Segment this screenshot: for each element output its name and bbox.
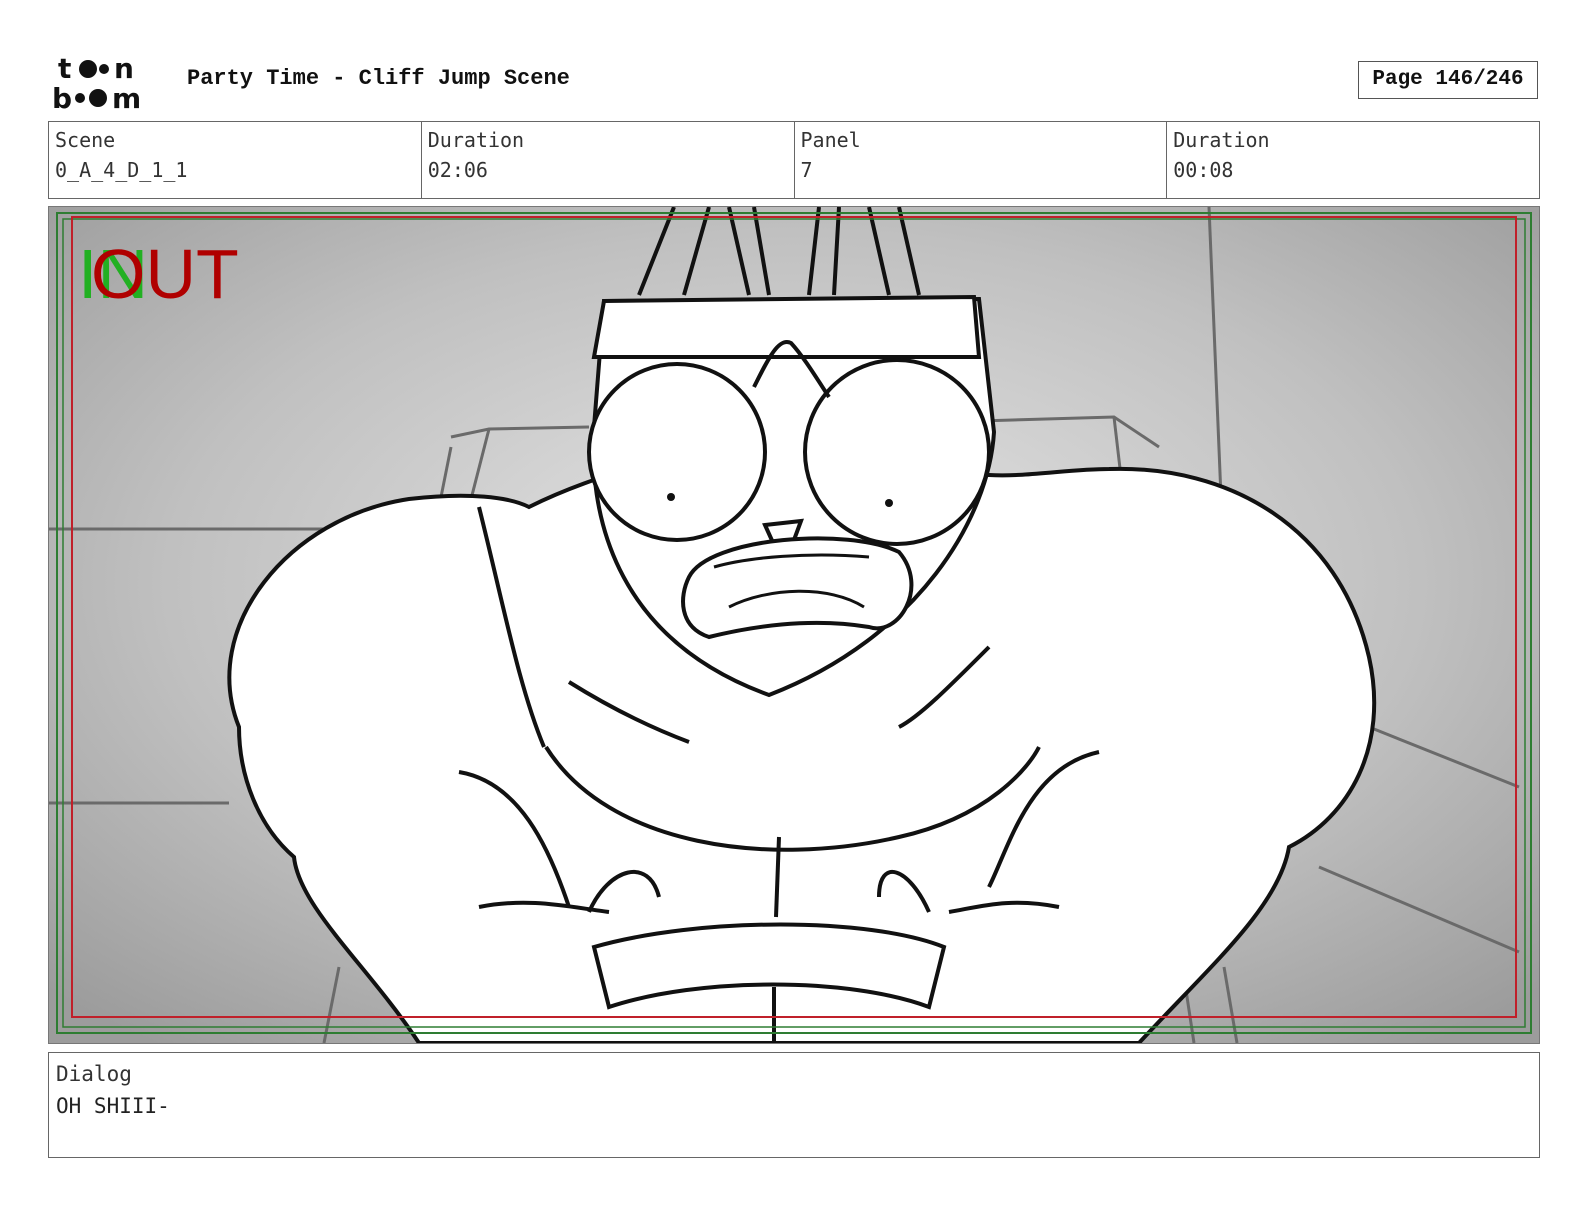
scene-info-table: Scene 0_A_4_D_1_1 Duration 02:06 Panel 7…	[48, 121, 1540, 199]
info-cell-panel-duration: Duration 00:08	[1167, 122, 1539, 198]
storyboard-panel: IN OUT	[48, 206, 1540, 1044]
out-marker: OUT	[91, 235, 239, 313]
dialog-text: OH SHIII-	[56, 1094, 170, 1118]
page-number: Page 146/246	[1358, 61, 1538, 99]
info-cell-panel: Panel 7	[795, 122, 1168, 198]
toon-boom-logo: t n b m	[52, 52, 141, 112]
info-label: Duration	[427, 128, 525, 152]
info-cell-scene: Scene 0_A_4_D_1_1	[49, 122, 422, 198]
svg-text:b: b	[52, 82, 72, 112]
dialog-label: Dialog	[56, 1062, 132, 1086]
svg-text:m: m	[112, 82, 141, 112]
info-value: 0_A_4_D_1_1	[55, 158, 188, 182]
info-value: 02:06	[427, 158, 488, 182]
info-label: Duration	[1173, 128, 1270, 152]
info-value: 7	[800, 158, 813, 182]
svg-text:t: t	[58, 52, 71, 85]
svg-text:n: n	[114, 52, 134, 85]
info-label: Scene	[55, 128, 116, 152]
info-label: Panel	[800, 128, 861, 152]
info-cell-scene-duration: Duration 02:06	[422, 122, 795, 198]
document-title: Party Time - Cliff Jump Scene	[187, 66, 570, 91]
panel-drawing	[49, 207, 1539, 1043]
info-value: 00:08	[1173, 158, 1234, 182]
dialog-box: Dialog OH SHIII-	[48, 1052, 1540, 1158]
